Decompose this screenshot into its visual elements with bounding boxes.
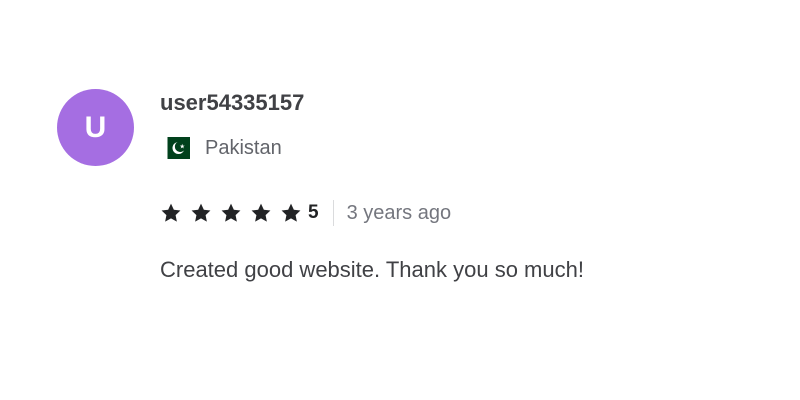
country-name: Pakistan xyxy=(205,136,282,159)
review-text: Created good website. Thank you so much! xyxy=(160,257,584,282)
divider xyxy=(332,200,334,226)
star-icon xyxy=(281,203,301,222)
review-card: U user54335157 Pakistan 5 3 years ago Cr… xyxy=(0,0,800,400)
avatar[interactable]: U xyxy=(57,89,134,166)
avatar-letter: U xyxy=(84,110,107,144)
star-icon xyxy=(161,203,181,222)
review-time: 3 years ago xyxy=(346,201,452,224)
star-rating xyxy=(160,202,310,224)
rating-row: 5 3 years ago xyxy=(160,199,760,227)
star-icon xyxy=(191,203,211,222)
star-icon xyxy=(251,203,271,222)
rating-value: 5 xyxy=(308,202,319,223)
pakistan-flag-icon xyxy=(160,137,190,159)
reviewer-username[interactable]: user54335157 xyxy=(160,88,760,118)
reviewer-country: Pakistan xyxy=(160,135,760,161)
star-icon xyxy=(221,203,241,222)
review-content: user54335157 Pakistan 5 3 years ago Crea… xyxy=(160,88,760,285)
